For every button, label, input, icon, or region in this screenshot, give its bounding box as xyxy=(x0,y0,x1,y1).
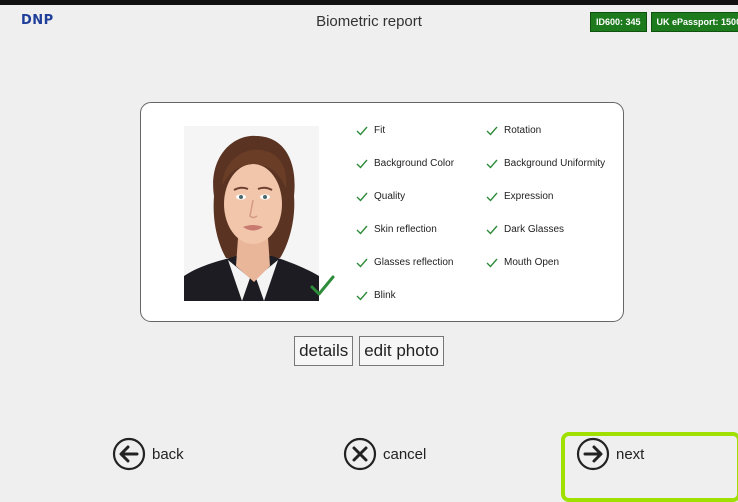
check-item: Dark Glasses xyxy=(486,222,616,237)
cancel-label: cancel xyxy=(383,445,427,463)
check-label: Quality xyxy=(374,191,406,202)
cancel-button[interactable]: cancel xyxy=(343,437,426,471)
check-item: Quality xyxy=(356,189,486,204)
arrow-right-circle-icon xyxy=(576,437,610,471)
next-button[interactable]: next xyxy=(576,437,644,471)
check-item: Expression xyxy=(486,189,616,204)
x-circle-icon xyxy=(343,437,377,471)
check-item: Background Color xyxy=(356,156,486,171)
arrow-left-circle-icon xyxy=(112,437,146,471)
check-icon xyxy=(356,291,368,301)
check-item: Mouth Open xyxy=(486,255,616,270)
check-label: Mouth Open xyxy=(504,257,560,268)
edit-photo-button[interactable]: edit photo xyxy=(359,336,444,366)
check-item: Blink xyxy=(356,288,486,303)
check-icon xyxy=(486,159,498,169)
next-label: next xyxy=(616,445,645,463)
check-label: Glasses reflection xyxy=(374,257,454,268)
counter-badges: ID600: 345 UK ePassport: 1500 xyxy=(590,12,738,32)
check-label: Blink xyxy=(374,290,396,301)
check-item: Rotation xyxy=(486,123,616,138)
back-label: back xyxy=(152,445,184,463)
check-icon xyxy=(486,192,498,202)
check-icon xyxy=(356,225,368,235)
badge-id600: ID600: 345 xyxy=(590,12,647,32)
check-label: Skin reflection xyxy=(374,224,437,235)
check-icon xyxy=(486,258,498,268)
check-item: Skin reflection xyxy=(356,222,486,237)
check-icon xyxy=(356,159,368,169)
check-list: Fit Rotation Background Color Background… xyxy=(356,123,616,303)
badge-uk-epassport: UK ePassport: 1500 xyxy=(650,12,738,32)
top-bar xyxy=(0,0,738,5)
photo-actions: details edit photo xyxy=(0,336,738,366)
check-item: Background Uniformity xyxy=(486,156,616,171)
check-icon xyxy=(356,258,368,268)
check-icon xyxy=(486,126,498,136)
check-label: Fit xyxy=(374,125,386,136)
check-label: Rotation xyxy=(504,125,542,136)
portrait-photo xyxy=(184,126,319,301)
check-icon xyxy=(356,126,368,136)
check-item: Fit xyxy=(356,123,486,138)
check-label: Background Color xyxy=(374,158,455,169)
check-label: Dark Glasses xyxy=(504,224,565,235)
check-icon xyxy=(486,225,498,235)
check-label: Background Uniformity xyxy=(504,158,606,169)
check-item: Glasses reflection xyxy=(356,255,486,270)
back-button[interactable]: back xyxy=(112,437,184,471)
check-label: Expression xyxy=(504,191,554,202)
details-button[interactable]: details xyxy=(294,336,354,366)
check-icon xyxy=(356,192,368,202)
photo-approved-check-icon xyxy=(310,275,335,296)
report-card: Fit Rotation Background Color Background… xyxy=(140,102,624,322)
